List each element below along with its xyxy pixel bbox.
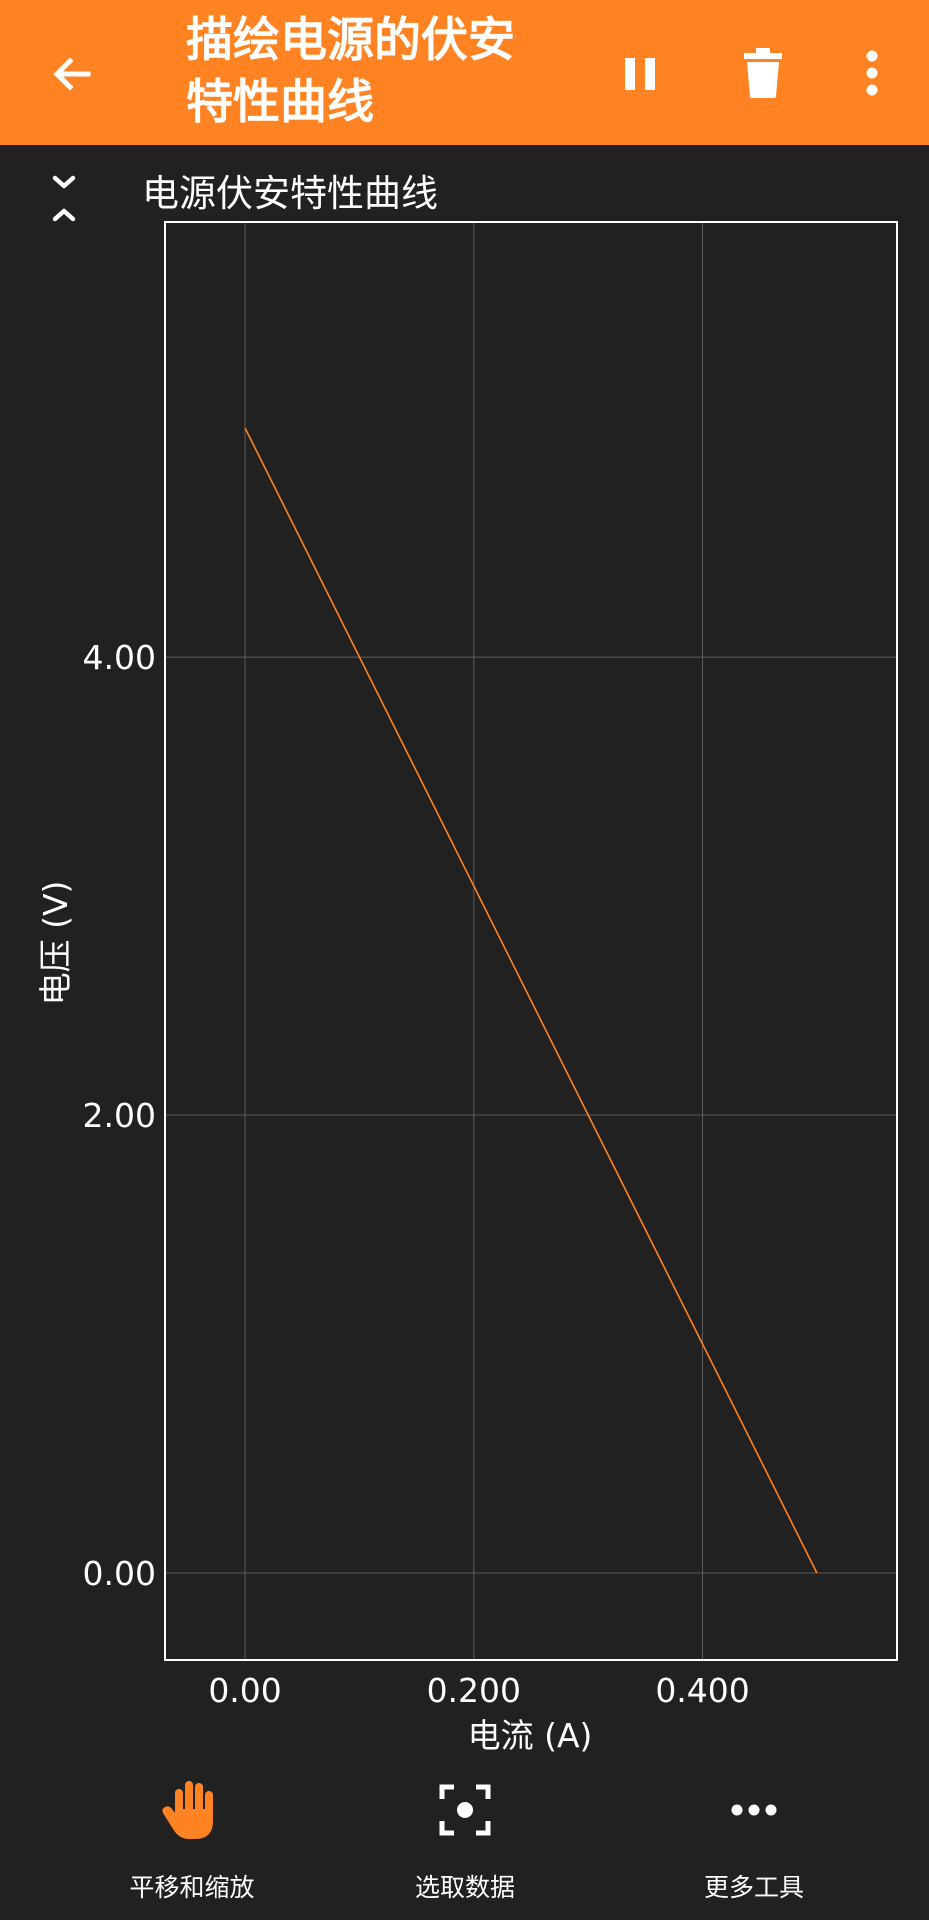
select-data-icon: [429, 1774, 501, 1846]
bottom-toolbar: 平移和缩放 选取数据 更多工具: [0, 1760, 929, 1920]
more-tools[interactable]: 更多工具: [644, 1760, 864, 1920]
select-data-tool[interactable]: 选取数据: [355, 1760, 575, 1920]
select-data-label: 选取数据: [414, 1873, 515, 1902]
collapse-toggle-button[interactable]: [44, 172, 84, 224]
x-tick-label: 0.200: [427, 1671, 521, 1710]
y-axis-label: 电压 (V): [36, 881, 75, 1006]
y-tick-label: 2.00: [83, 1096, 156, 1135]
chart-title: 电源伏安特性曲线: [142, 172, 438, 215]
more-horiz-icon: [718, 1774, 790, 1846]
more-tools-label: 更多工具: [703, 1873, 804, 1902]
series-line: [244, 427, 818, 1574]
plot-frame: [164, 221, 898, 1661]
y-tick-label: 0.00: [83, 1554, 156, 1593]
y-tick-label: 4.00: [83, 638, 156, 677]
collapse-chevrons-icon: [52, 175, 76, 222]
chart[interactable]: 0.00 0.200 0.400 0.00 2.00 4.00 电流 (A) 电压 (V): [0, 0, 929, 1760]
pan-zoom-label: 平移和缩放: [129, 1873, 255, 1902]
pan-zoom-tool[interactable]: 平移和缩放: [82, 1760, 302, 1920]
x-axis-label: 电流 (A): [468, 1716, 593, 1755]
hand-icon: [156, 1774, 228, 1846]
x-tick-label: 0.00: [208, 1671, 281, 1710]
x-tick-label: 0.400: [655, 1671, 749, 1710]
